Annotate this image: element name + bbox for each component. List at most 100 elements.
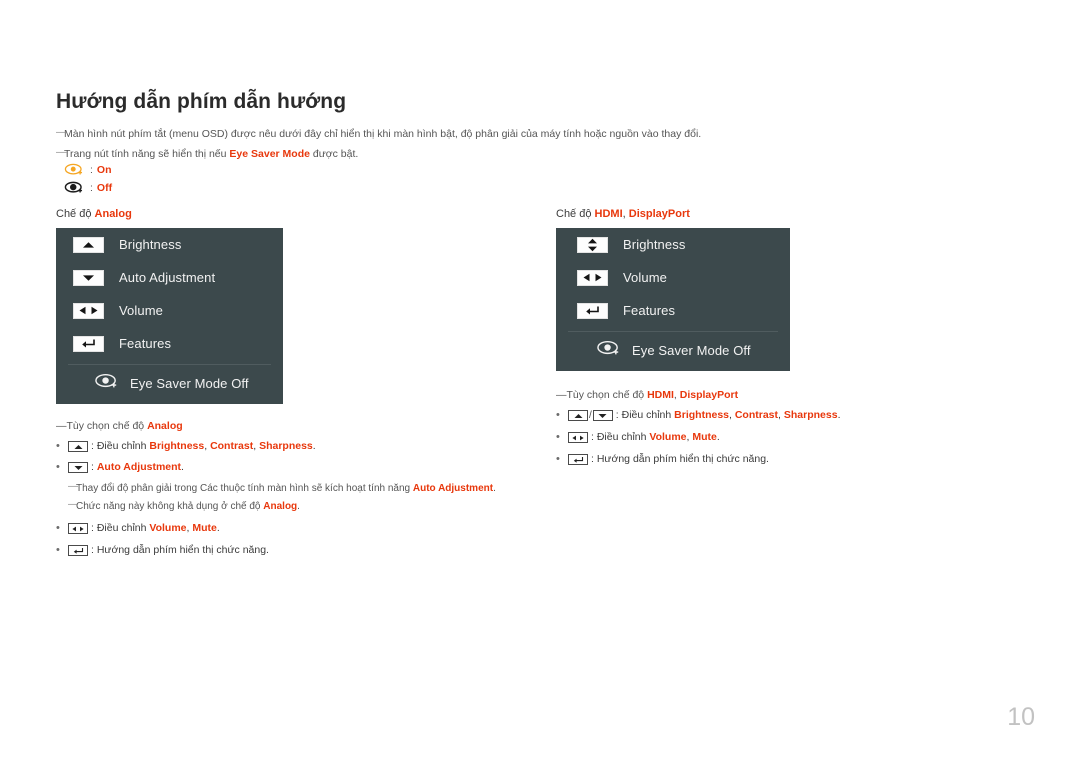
legend-label-off: Off bbox=[96, 181, 113, 194]
term-volume: Volume bbox=[149, 522, 187, 534]
enter-key-icon[interactable] bbox=[73, 335, 104, 352]
legend-label-on: On bbox=[96, 163, 112, 176]
bullet-marker: • bbox=[56, 522, 60, 534]
bullet-marker: • bbox=[556, 431, 560, 443]
bullet-hdmi-volume: • : Điều chỉnh Volume, Mute. bbox=[556, 431, 720, 444]
enter-key-icon[interactable] bbox=[577, 302, 608, 319]
osd-panel-analog: Brightness Auto Adjustment Volume Featur… bbox=[56, 228, 283, 404]
bullet-text: : Điều chỉnh Volume, Mute. bbox=[591, 431, 720, 443]
left-right-arrow-key-icon bbox=[68, 523, 88, 534]
caption-mode-analog: Analog bbox=[94, 208, 132, 220]
bullet-text: : Điều chỉnh Brightness, Contrast, Sharp… bbox=[615, 409, 841, 421]
left-right-arrow-key-icon bbox=[568, 432, 588, 443]
legend-separator: : bbox=[90, 163, 93, 176]
caption-mode-displayport: DisplayPort bbox=[628, 208, 690, 220]
bullet-text: : Hướng dẫn phím hiển thị chức năng. bbox=[591, 453, 769, 465]
osd-row-eye-saver-mode[interactable]: Eye Saver Mode Off bbox=[556, 332, 790, 368]
key-separator-slash: / bbox=[589, 410, 592, 421]
bullet-analog-features: • : Hướng dẫn phím hiển thị chức năng. bbox=[56, 544, 269, 557]
heading-mode-analog: Analog bbox=[147, 420, 183, 432]
osd-label-brightness: Brightness bbox=[623, 237, 686, 252]
caption-mode-hdmi: HDMI bbox=[594, 208, 623, 220]
osd-panel-hdmi-displayport: Brightness Volume Features Eye Saver Mod… bbox=[556, 228, 790, 371]
eye-saver-on-icon bbox=[64, 163, 84, 176]
heading-prefix: Tùy chọn chế độ bbox=[566, 389, 648, 401]
bullet-marker: • bbox=[56, 440, 60, 452]
page-number: 10 bbox=[1007, 703, 1035, 731]
heading-mode-displayport: DisplayPort bbox=[679, 389, 739, 401]
note-text: Màn hình nút phím tắt (menu OSD) được nê… bbox=[64, 128, 702, 140]
caption-hdmi-displayport-mode: Chế độ HDMI, DisplayPort bbox=[556, 208, 690, 220]
heading-hdmi-options: ―Tùy chọn chế độ HDMI, DisplayPort bbox=[556, 389, 739, 401]
note-dash-marker: ― bbox=[68, 481, 78, 492]
osd-label-volume: Volume bbox=[119, 303, 163, 318]
term-auto-adjustment: Auto Adjustment bbox=[412, 483, 494, 494]
bullet-text: : Hướng dẫn phím hiển thị chức năng. bbox=[91, 544, 269, 556]
note-dash-marker: ― bbox=[56, 126, 67, 138]
eye-saver-mode-icon bbox=[596, 340, 621, 361]
note-dash-marker: ― bbox=[56, 146, 67, 158]
term-brightness: Brightness bbox=[674, 409, 729, 421]
manual-page: Hướng dẫn phím dẫn hướng ―Màn hình nút p… bbox=[0, 0, 1080, 763]
osd-row-features[interactable]: Features bbox=[56, 327, 283, 360]
osd-label-features: Features bbox=[119, 336, 172, 351]
eye-saver-mode-icon bbox=[94, 373, 119, 394]
osd-row-brightness[interactable]: Brightness bbox=[56, 228, 283, 261]
bullet-marker: • bbox=[556, 453, 560, 465]
caption-prefix: Chế độ bbox=[556, 208, 595, 220]
osd-row-volume[interactable]: Volume bbox=[56, 294, 283, 327]
note-text-after: được bật. bbox=[309, 148, 359, 160]
bullet-text: : Điều chỉnh Brightness, Contrast, Sharp… bbox=[91, 440, 316, 452]
term-sharpness: Sharpness bbox=[259, 440, 313, 452]
heading-prefix: Tùy chọn chế độ bbox=[66, 420, 148, 432]
bullet-marker: • bbox=[556, 409, 560, 421]
note-auto-adjustment-trigger: ―Thay đổi độ phân giải trong Các thuộc t… bbox=[68, 481, 496, 494]
note-dash-marker: ― bbox=[56, 420, 67, 432]
term-contrast: Contrast bbox=[210, 440, 254, 452]
osd-row-features[interactable]: Features bbox=[556, 294, 790, 327]
eye-saver-off-icon bbox=[64, 181, 84, 194]
osd-label-volume: Volume bbox=[623, 270, 667, 285]
bullet-hdmi-features: • : Hướng dẫn phím hiển thị chức năng. bbox=[556, 453, 769, 466]
enter-key-icon bbox=[68, 545, 88, 556]
osd-label-eye-saver-mode: Eye Saver Mode Off bbox=[632, 342, 751, 358]
note-text-before: Trang nút tính năng sẽ hiển thị nếu bbox=[64, 148, 230, 160]
down-arrow-key-icon[interactable] bbox=[73, 269, 104, 286]
note-eye-saver-page: ―Trang nút tính năng sẽ hiển thị nếu Eye… bbox=[56, 146, 359, 161]
left-right-arrow-key-icon[interactable] bbox=[73, 302, 104, 319]
legend-row-off: : Off bbox=[64, 181, 112, 194]
term-auto-adjustment: Auto Adjustment bbox=[96, 461, 182, 473]
caption-analog-mode: Chế độ Analog bbox=[56, 208, 132, 220]
bullet-text: : Điều chỉnh Volume, Mute. bbox=[91, 522, 220, 534]
up-arrow-key-icon bbox=[68, 441, 88, 452]
osd-row-brightness[interactable]: Brightness bbox=[556, 228, 790, 261]
bullet-marker: • bbox=[56, 461, 60, 473]
osd-row-eye-saver-mode[interactable]: Eye Saver Mode Off bbox=[56, 365, 283, 401]
enter-key-icon bbox=[568, 454, 588, 465]
term-mute: Mute bbox=[192, 522, 217, 534]
caption-prefix: Chế độ bbox=[56, 208, 95, 220]
bullet-analog-volume: • : Điều chỉnh Volume, Mute. bbox=[56, 522, 220, 535]
down-arrow-key-icon bbox=[592, 410, 613, 421]
up-arrow-key-icon bbox=[568, 410, 588, 421]
down-arrow-key-icon bbox=[68, 462, 88, 473]
up-down-arrow-key-icon[interactable] bbox=[577, 236, 608, 253]
term-volume: Volume bbox=[649, 431, 687, 443]
osd-row-volume[interactable]: Volume bbox=[556, 261, 790, 294]
heading-analog-options: ―Tùy chọn chế độ Analog bbox=[56, 420, 183, 432]
bullet-hdmi-brightness: • / : Điều chỉnh Brightness, Contrast, S… bbox=[556, 409, 840, 422]
up-arrow-key-icon[interactable] bbox=[73, 236, 104, 253]
left-right-arrow-key-icon[interactable] bbox=[577, 269, 608, 286]
note-osd-visibility: ―Màn hình nút phím tắt (menu OSD) được n… bbox=[56, 126, 702, 141]
bullet-text: : Auto Adjustment. bbox=[91, 461, 184, 473]
bullet-analog-brightness: • : Điều chỉnh Brightness, Contrast, Sha… bbox=[56, 440, 316, 453]
osd-label-brightness: Brightness bbox=[119, 237, 182, 252]
term-brightness: Brightness bbox=[149, 440, 205, 452]
osd-label-auto-adjustment: Auto Adjustment bbox=[119, 270, 216, 285]
term-mute: Mute bbox=[692, 431, 717, 443]
osd-label-features: Features bbox=[623, 303, 676, 318]
term-analog: Analog bbox=[263, 501, 298, 512]
note-dash-marker: ― bbox=[556, 389, 567, 401]
bullet-analog-auto-adjustment: • : Auto Adjustment. bbox=[56, 461, 184, 474]
osd-row-auto-adjustment[interactable]: Auto Adjustment bbox=[56, 261, 283, 294]
